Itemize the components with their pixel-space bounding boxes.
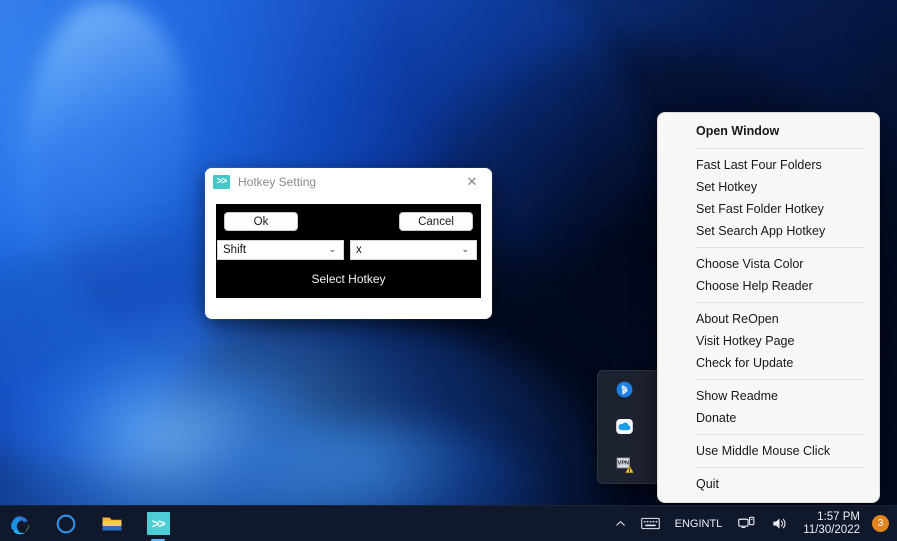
menu-item-set-search-app-hotkey[interactable]: Set Search App Hotkey bbox=[658, 220, 879, 242]
menu-separator bbox=[696, 379, 865, 380]
taskbar-running-indicator bbox=[151, 539, 165, 541]
volume-button[interactable] bbox=[764, 512, 795, 535]
reopen-icon: >> bbox=[147, 512, 170, 535]
menu-item-quit[interactable]: Quit bbox=[658, 473, 879, 495]
dialog-title: Hotkey Setting bbox=[238, 175, 316, 189]
modifier-key-value: Shift bbox=[223, 244, 246, 256]
select-hotkey-label: Select Hotkey bbox=[216, 272, 481, 286]
taskbar-system-tray: ENG INTL 1:57 PM 1 bbox=[608, 509, 897, 539]
hotkey-char-select[interactable]: x ⌄ bbox=[350, 240, 477, 260]
onedrive-icon bbox=[615, 417, 634, 436]
menu-item-check-for-update[interactable]: Check for Update bbox=[658, 352, 879, 374]
desktop[interactable]: VPN >> Hotkey Setting ✕ Ok Cancel bbox=[0, 0, 897, 541]
speaker-icon bbox=[770, 515, 789, 532]
close-icon[interactable]: ✕ bbox=[452, 168, 492, 196]
dialog-button-row: Ok Cancel bbox=[216, 204, 481, 231]
taskbar-app-buttons: >> bbox=[0, 508, 176, 540]
menu-separator bbox=[696, 247, 865, 248]
chevron-down-icon: ⌄ bbox=[461, 245, 469, 254]
language-line-2: INTL bbox=[698, 518, 722, 530]
tray-vpn-warning-button[interactable]: VPN bbox=[598, 446, 651, 483]
hotkey-char-value: x bbox=[356, 244, 362, 256]
menu-item-show-readme[interactable]: Show Readme bbox=[658, 385, 879, 407]
menu-item-set-hotkey[interactable]: Set Hotkey bbox=[658, 176, 879, 198]
keyboard-icon bbox=[641, 516, 660, 531]
network-button[interactable] bbox=[731, 512, 762, 535]
wallpaper-highlight-1 bbox=[20, 0, 190, 300]
reopen-app-icon: >> bbox=[213, 175, 230, 189]
menu-item-fast-last-four-folders[interactable]: Fast Last Four Folders bbox=[658, 154, 879, 176]
bluetooth-icon bbox=[615, 380, 634, 399]
cortana-icon bbox=[54, 512, 78, 536]
network-icon bbox=[737, 515, 756, 532]
menu-separator bbox=[696, 434, 865, 435]
modifier-key-select[interactable]: Shift ⌄ bbox=[217, 240, 344, 260]
touch-keyboard-button[interactable] bbox=[635, 513, 666, 534]
menu-separator bbox=[696, 467, 865, 468]
svg-text:VPN: VPN bbox=[618, 460, 629, 466]
taskbar[interactable]: >> bbox=[0, 505, 897, 541]
menu-item-choose-vista-color[interactable]: Choose Vista Color bbox=[658, 253, 879, 275]
menu-item-about-reopen[interactable]: About ReOpen bbox=[658, 308, 879, 330]
clock-date: 11/30/2022 bbox=[803, 524, 860, 537]
menu-separator bbox=[696, 302, 865, 303]
menu-item-visit-hotkey-page[interactable]: Visit Hotkey Page bbox=[658, 330, 879, 352]
clock-button[interactable]: 1:57 PM 11/30/2022 bbox=[797, 509, 868, 539]
menu-item-open-window[interactable]: Open Window bbox=[658, 119, 879, 143]
vpn-warning-icon: VPN bbox=[615, 455, 634, 474]
dialog-select-row: Shift ⌄ x ⌄ bbox=[216, 231, 481, 260]
chevron-up-icon bbox=[614, 517, 627, 530]
notification-badge[interactable]: 3 bbox=[872, 515, 889, 532]
taskbar-item-file-explorer[interactable] bbox=[94, 508, 130, 540]
tray-onedrive-button[interactable] bbox=[598, 408, 651, 445]
language-indicator[interactable]: ENG INTL bbox=[668, 516, 730, 532]
ok-button[interactable]: Ok bbox=[224, 212, 298, 231]
dialog-body: Ok Cancel Shift ⌄ x ⌄ Select Hotkey bbox=[216, 204, 481, 298]
menu-separator bbox=[696, 148, 865, 149]
taskbar-item-edge[interactable] bbox=[2, 508, 38, 540]
dialog-titlebar[interactable]: >> Hotkey Setting ✕ bbox=[205, 168, 492, 196]
clock-time: 1:57 PM bbox=[803, 511, 860, 524]
tray-bluetooth-button[interactable] bbox=[598, 371, 651, 408]
reopen-app-icon-glyph: >> bbox=[217, 177, 227, 187]
reopen-icon-glyph: >> bbox=[152, 517, 164, 530]
hotkey-setting-dialog[interactable]: >> Hotkey Setting ✕ Ok Cancel Shift ⌄ x … bbox=[205, 168, 492, 319]
menu-item-choose-help-reader[interactable]: Choose Help Reader bbox=[658, 275, 879, 297]
menu-item-donate[interactable]: Donate bbox=[658, 407, 879, 429]
language-line-1: ENG bbox=[675, 518, 699, 530]
tray-overflow-button[interactable] bbox=[608, 514, 633, 533]
chevron-down-icon: ⌄ bbox=[328, 245, 336, 254]
taskbar-item-reopen[interactable]: >> bbox=[140, 508, 176, 540]
tray-context-menu[interactable]: Open Window Fast Last Four FoldersSet Hot… bbox=[657, 112, 880, 503]
cancel-button[interactable]: Cancel bbox=[399, 212, 473, 231]
edge-icon bbox=[8, 512, 32, 536]
taskbar-item-cortana[interactable] bbox=[48, 508, 84, 540]
menu-item-set-fast-folder-hotkey[interactable]: Set Fast Folder Hotkey bbox=[658, 198, 879, 220]
menu-item-use-middle-mouse-click[interactable]: Use Middle Mouse Click bbox=[658, 440, 879, 462]
file-explorer-icon bbox=[100, 512, 124, 536]
